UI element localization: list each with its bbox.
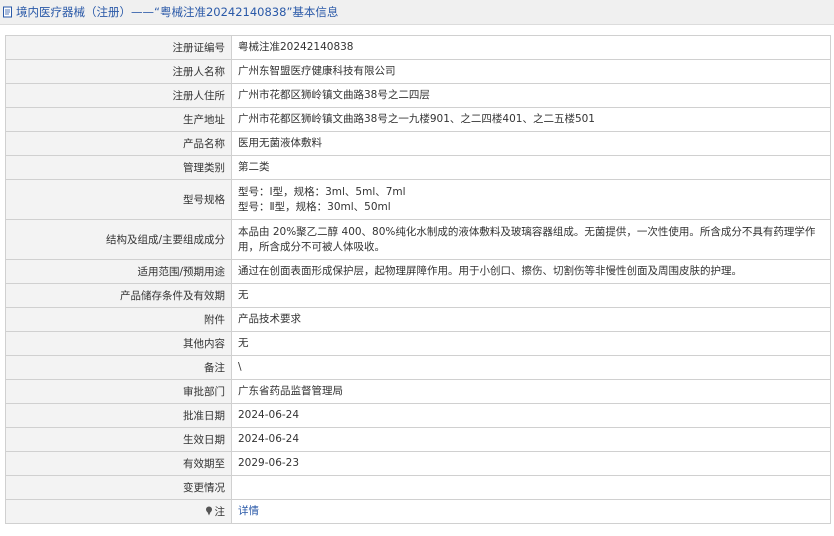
info-table-wrapper: 注册证编号 粤械注准20242140838 注册人名称 广州东智盟医疗健康科技有… [5, 35, 831, 524]
row-value: 无 [231, 331, 831, 356]
info-table: 注册证编号 粤械注准20242140838 注册人名称 广州东智盟医疗健康科技有… [5, 35, 831, 524]
table-row: 有效期至 2029-06-23 [5, 451, 831, 476]
details-link[interactable]: 详情 [238, 505, 259, 517]
table-row: 注册人住所 广州市花都区狮岭镇文曲路38号之二四层 [5, 83, 831, 108]
row-label: 产品储存条件及有效期 [5, 283, 232, 308]
table-row: 生产地址 广州市花都区狮岭镇文曲路38号之一九楼901、之二四楼401、之二五楼… [5, 107, 831, 132]
row-label: 生产地址 [5, 107, 232, 132]
row-value: 粤械注准20242140838 [231, 35, 831, 60]
row-value: 广州市花都区狮岭镇文曲路38号之一九楼901、之二四楼401、之二五楼501 [231, 107, 831, 132]
row-value: 本品由 20%聚乙二醇 400、80%纯化水制成的液体敷料及玻璃容器组成。无菌提… [231, 219, 831, 260]
table-row: 变更情况 [5, 475, 831, 500]
row-label: 管理类别 [5, 155, 232, 180]
spec-line: 型号：Ⅱ型，规格：30ml、50ml [238, 200, 391, 213]
page-title: 境内医疗器械（注册）——“粤械注准20242140838”基本信息 [16, 5, 339, 19]
note-label-cell: 注 [5, 499, 232, 524]
row-label: 结构及组成/主要组成成分 [5, 219, 232, 260]
table-row: 附件 产品技术要求 [5, 307, 831, 332]
row-label: 有效期至 [5, 451, 232, 476]
row-value: 产品技术要求 [231, 307, 831, 332]
row-label: 型号规格 [5, 179, 232, 220]
row-value: 无 [231, 283, 831, 308]
table-row: 审批部门 广东省药品监督管理局 [5, 379, 831, 404]
row-label: 批准日期 [5, 403, 232, 428]
row-value: 医用无菌液体敷料 [231, 131, 831, 156]
spec-line: 型号：Ⅰ型，规格：3ml、5ml、7ml [238, 185, 406, 198]
table-row: 产品名称 医用无菌液体敷料 [5, 131, 831, 156]
table-row: 型号规格 型号：Ⅰ型，规格：3ml、5ml、7ml 型号：Ⅱ型，规格：30ml、… [5, 179, 831, 220]
table-row: 注 详情 [5, 499, 831, 524]
table-row: 结构及组成/主要组成成分 本品由 20%聚乙二醇 400、80%纯化水制成的液体… [5, 219, 831, 260]
row-value: 广州市花都区狮岭镇文曲路38号之二四层 [231, 83, 831, 108]
pin-icon [205, 506, 213, 516]
row-value: 型号：Ⅰ型，规格：3ml、5ml、7ml 型号：Ⅱ型，规格：30ml、50ml [231, 179, 831, 220]
table-row: 批准日期 2024-06-24 [5, 403, 831, 428]
table-row: 其他内容 无 [5, 331, 831, 356]
row-label: 注册人名称 [5, 59, 232, 84]
row-label: 附件 [5, 307, 232, 332]
row-value: 2024-06-24 [231, 403, 831, 428]
table-row: 管理类别 第二类 [5, 155, 831, 180]
row-label: 产品名称 [5, 131, 232, 156]
table-row: 适用范围/预期用途 通过在创面表面形成保护层，起物理屏障作用。用于小创口、擦伤、… [5, 259, 831, 284]
row-label: 其他内容 [5, 331, 232, 356]
row-value: 详情 [231, 499, 831, 524]
row-value: 2024-06-24 [231, 427, 831, 452]
row-value: 第二类 [231, 155, 831, 180]
table-row: 注册人名称 广州东智盟医疗健康科技有限公司 [5, 59, 831, 84]
row-label: 注册证编号 [5, 35, 232, 60]
table-row: 生效日期 2024-06-24 [5, 427, 831, 452]
row-label: 生效日期 [5, 427, 232, 452]
row-value: 广州东智盟医疗健康科技有限公司 [231, 59, 831, 84]
row-value: 2029-06-23 [231, 451, 831, 476]
row-label: 变更情况 [5, 475, 232, 500]
row-label: 备注 [5, 355, 232, 380]
row-value: 广东省药品监督管理局 [231, 379, 831, 404]
table-row: 备注 \ [5, 355, 831, 380]
row-label: 适用范围/预期用途 [5, 259, 232, 284]
row-value: \ [231, 355, 831, 380]
note-label: 注 [214, 506, 226, 518]
table-row: 注册证编号 粤械注准20242140838 [5, 35, 831, 60]
table-row: 产品储存条件及有效期 无 [5, 283, 831, 308]
row-value [231, 475, 831, 500]
row-value: 通过在创面表面形成保护层，起物理屏障作用。用于小创口、擦伤、切割伤等非慢性创面及… [231, 259, 831, 284]
page-header: 境内医疗器械（注册）——“粤械注准20242140838”基本信息 [0, 0, 834, 25]
row-label: 注册人住所 [5, 83, 232, 108]
row-label: 审批部门 [5, 379, 232, 404]
document-icon [2, 6, 14, 18]
